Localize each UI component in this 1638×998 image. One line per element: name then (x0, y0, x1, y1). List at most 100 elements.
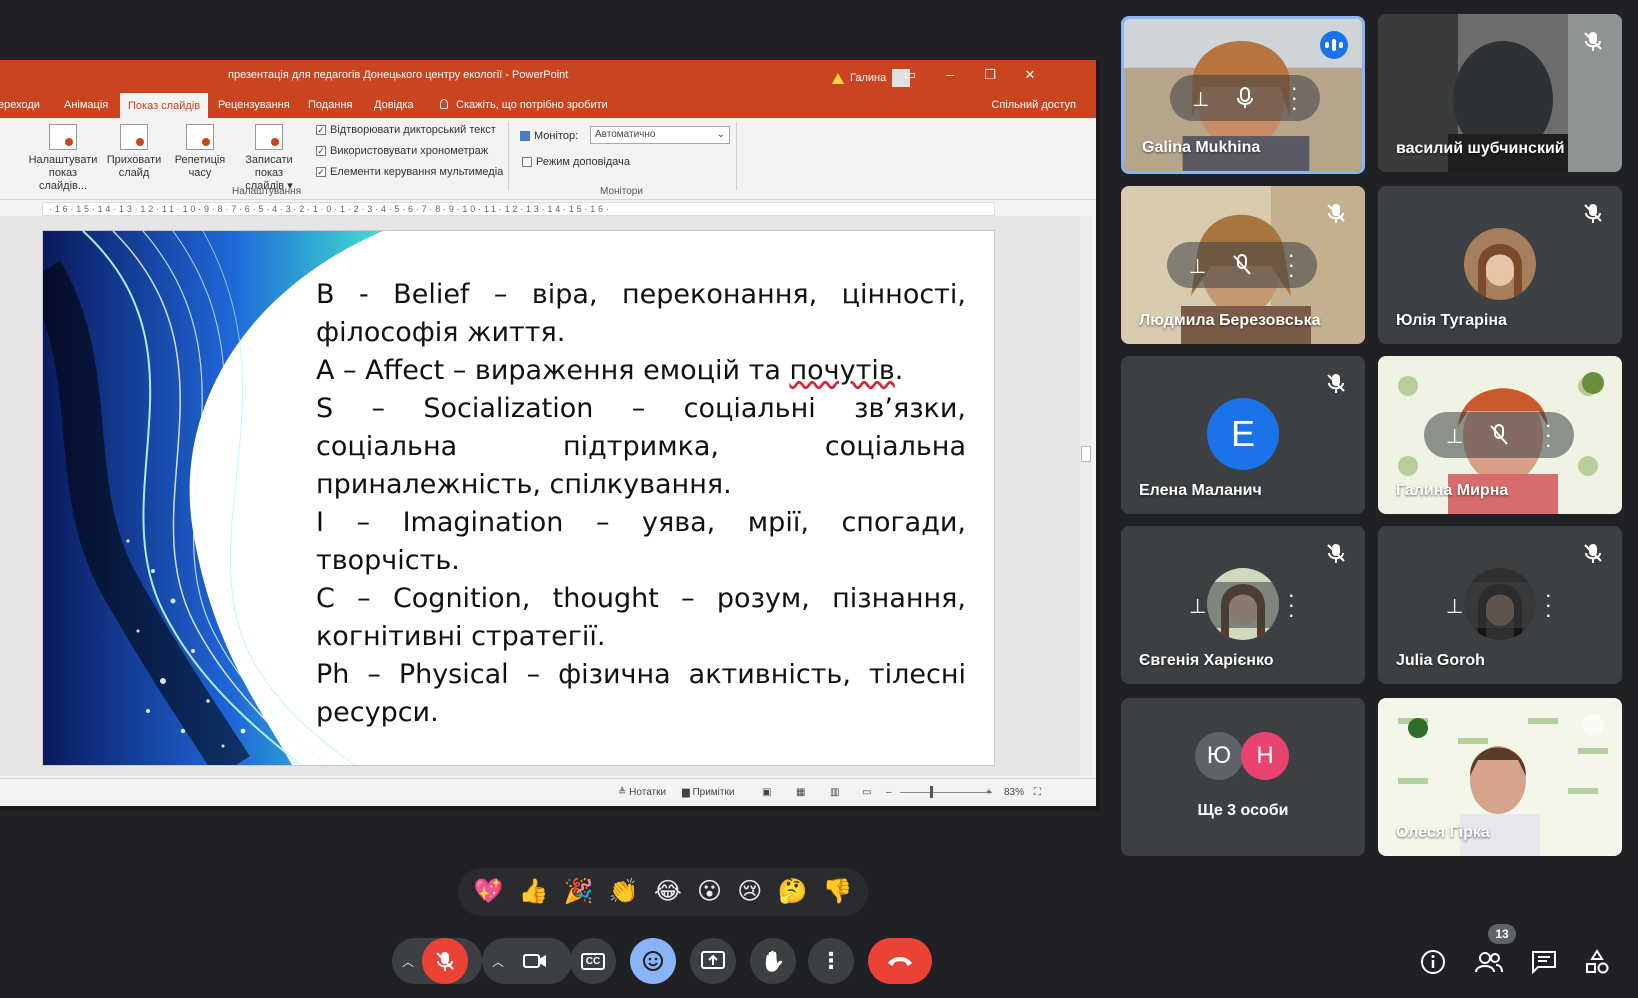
warning-icon (832, 72, 844, 84)
present-button[interactable] (690, 938, 736, 984)
account-area[interactable]: Галина (832, 69, 911, 87)
reaction-clap[interactable]: 👏 (609, 880, 639, 904)
slide[interactable]: B - Belief – віра, переконання, цінності… (42, 230, 995, 766)
comments-button[interactable]: ▆ Примітки (682, 787, 734, 798)
participant-tile[interactable]: ⊥ · · · Galina Mukhina (1121, 16, 1365, 174)
more-options-icon[interactable]: · · · (1545, 414, 1552, 456)
scrollbar-thumb[interactable] (1081, 446, 1091, 462)
checkbox-checked[interactable]: ✓ (316, 167, 326, 177)
record-slideshow-button[interactable]: Записати показ слайдів ▾ (230, 124, 308, 193)
notes-button[interactable]: ≜ Нотатки (618, 787, 666, 798)
reaction-party[interactable]: 🎉 (564, 880, 594, 904)
reaction-thinking[interactable]: 🤔 (777, 880, 807, 904)
reaction-sad[interactable]: 😢 (737, 880, 762, 904)
share-button[interactable]: Спільний доступ (991, 99, 1076, 111)
emoji-button[interactable] (630, 938, 676, 984)
tab-transitions[interactable]: ереходи (0, 99, 40, 111)
camera-toggle-button[interactable] (512, 938, 558, 984)
reaction-thumbs-down[interactable]: 👎 (823, 880, 853, 904)
record-icon (255, 124, 283, 150)
setup-slideshow-button[interactable]: Налаштувати показ слайдів... (28, 124, 98, 193)
vertical-scrollbar[interactable] (1080, 216, 1092, 776)
tell-me-box[interactable]: Скажіть, що потрібно зробити (440, 99, 608, 111)
normal-view-icon[interactable]: ▣ (762, 787, 771, 798)
zoom-slider-thumb[interactable] (930, 786, 933, 798)
participant-tile[interactable]: Олеся Гірка (1378, 698, 1622, 856)
reaction-thumbs-up[interactable]: 👍 (519, 880, 549, 904)
slideshow-view-icon[interactable]: ▭ (862, 787, 871, 798)
reaction-surprised[interactable]: 😮 (697, 880, 722, 904)
hide-slide-button[interactable]: Приховати слайд (104, 124, 164, 180)
tab-animation[interactable]: Анімація (64, 99, 108, 111)
button-label: Приховати (106, 154, 162, 166)
tab-slide-show[interactable]: Показ слайдів (120, 93, 209, 118)
chevron-up-icon[interactable]: ︿ (492, 953, 504, 970)
zoom-level[interactable]: 83% (1004, 787, 1024, 798)
chevron-up-icon[interactable]: ︿ (402, 953, 414, 970)
checkbox-label: Елементи керування мультимедіа (330, 166, 504, 178)
chat-button[interactable] (1527, 945, 1561, 979)
reading-view-icon[interactable]: ▥ (830, 787, 839, 798)
monitor-select[interactable]: Автоматично ⌄ (590, 126, 730, 144)
participant-tile[interactable]: ⊥ · · · Людмила Березовська (1121, 186, 1365, 344)
participant-tile[interactable]: ⊥ · · · Євгенія Харієнко (1121, 526, 1365, 684)
checkbox-checked[interactable]: ✓ (316, 146, 326, 156)
rehearse-timings-button[interactable]: Репетиція часу (172, 124, 228, 180)
participant-tile[interactable]: василий шубчинский (1378, 14, 1622, 172)
raise-hand-button[interactable]: ✋ (750, 938, 796, 984)
tab-view[interactable]: Подання (308, 99, 352, 111)
checkbox-checked[interactable]: ✓ (316, 125, 326, 135)
participant-tile[interactable]: ⊥ · · · Галина Мирна (1378, 356, 1622, 514)
title-bar: презентація для педагогів Донецького цен… (0, 60, 1096, 90)
mic-off-icon[interactable] (1233, 254, 1251, 276)
slide-sorter-icon[interactable]: ▦ (796, 787, 805, 798)
reaction-heart[interactable]: 💖 (474, 880, 504, 904)
reaction-laugh[interactable]: 😂 (654, 880, 682, 904)
fit-slide-icon[interactable]: ⛶ (1034, 787, 1041, 798)
participant-tile[interactable]: E Елена Маланич (1121, 356, 1365, 514)
more-options-icon[interactable]: · · · (1291, 77, 1298, 119)
close-icon[interactable]: ✕ (1020, 67, 1040, 83)
mic-off-icon (1584, 544, 1602, 563)
more-participants-tile[interactable]: Ю Н Ще 3 особи (1121, 698, 1365, 856)
mic-off-icon[interactable] (1490, 424, 1508, 446)
slide-line-physical: Ph – Physical – фізична активність, тіле… (316, 659, 966, 728)
meeting-info-button[interactable] (1416, 945, 1450, 979)
minimize-icon[interactable]: – (940, 67, 960, 82)
user-name: Галина (850, 72, 887, 84)
more-options-icon[interactable]: · · · (1288, 244, 1295, 286)
window-title: презентація для педагогів Донецького цен… (228, 69, 569, 81)
pin-icon[interactable]: ⊥ (1189, 594, 1206, 619)
zoom-in-button[interactable]: + (986, 787, 992, 798)
mic-icon[interactable] (1236, 87, 1254, 109)
participant-tile[interactable]: Юлія Тугаріна (1378, 186, 1622, 344)
pin-icon[interactable]: ⊥ (1189, 254, 1206, 279)
checkbox-unchecked[interactable] (522, 157, 532, 167)
tab-help[interactable]: Довідка (374, 99, 414, 111)
zoom-slider[interactable] (900, 792, 992, 793)
restore-icon[interactable]: ❐ (980, 67, 1000, 83)
chevron-down-icon: ⌄ (716, 129, 725, 140)
setup-slideshow-icon (49, 124, 77, 150)
activities-button[interactable] (1580, 945, 1614, 979)
captions-button[interactable]: CC (570, 938, 616, 984)
pin-icon[interactable]: ⊥ (1192, 87, 1209, 112)
checkbox-presenter-view[interactable]: Режим доповідача (522, 156, 630, 168)
pin-icon[interactable]: ⊥ (1446, 424, 1463, 449)
group-label-setup: Налаштування (232, 186, 302, 197)
pin-icon[interactable]: ⊥ (1446, 594, 1463, 619)
checkbox-timings[interactable]: ✓ Використовувати хронометраж (316, 145, 488, 157)
tile-hover-controls: ⊥ · · · (1424, 582, 1574, 628)
tab-review[interactable]: Рецензування (218, 99, 290, 111)
people-button[interactable] (1472, 945, 1506, 979)
zoom-out-button[interactable]: – (886, 787, 892, 798)
more-options-button[interactable]: ⋮ (808, 938, 854, 984)
checkbox-media-controls[interactable]: ✓ Елементи керування мультимедіа (316, 166, 503, 178)
participant-tile[interactable]: ⊥ · · · Julia Goroh (1378, 526, 1622, 684)
more-options-icon[interactable]: · · · (1288, 584, 1295, 626)
checkbox-narration[interactable]: ✓ Відтворювати дикторський текст (316, 124, 496, 136)
leave-call-button[interactable] (868, 938, 932, 984)
mic-toggle-button[interactable] (422, 938, 468, 984)
ribbon-display-icon[interactable]: ▭ (900, 67, 920, 83)
more-options-icon[interactable]: · · · (1545, 584, 1552, 626)
